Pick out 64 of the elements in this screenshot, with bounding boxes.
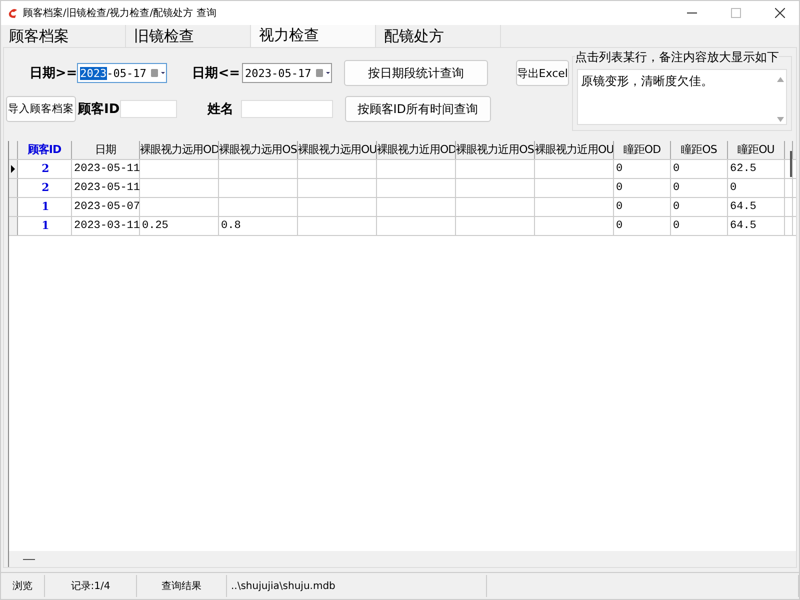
table-cell: 0 [673,182,680,194]
table-cell: 2023-03-11 [74,220,140,232]
column-header[interactable]: 裸眼视力远用OU [298,141,377,159]
table-cell: 0 [730,182,737,194]
column-header[interactable]: 日期 [72,141,140,159]
status-text: 查询结果 [162,580,202,593]
export-excel-button[interactable]: 导出Excel [516,60,569,86]
table-cell: 2 [42,181,50,194]
column-header[interactable]: 瞳距OU [728,141,785,159]
table-cell: 2023-05-11 [74,182,140,194]
column-header[interactable]: 瞳距OS [671,141,728,159]
status-text: ..\shujujia\shuju.mdb [231,580,336,592]
date-from-label: 日期>= [28,65,78,82]
window-title: 顾客档案/旧镜检查/视力检查/配镜处方 查询 [23,6,216,20]
table-cell: 2023-05-07 [74,201,140,213]
column-header[interactable]: 瞳距OD [614,141,671,159]
table-cell: 1 [42,219,50,232]
name-label: 姓名 [206,101,235,118]
close-button[interactable] [775,8,785,18]
date-to-field[interactable]: 2023-05-17 [242,63,332,83]
table-cell: 0 [616,163,623,175]
app-logo-icon [7,7,19,19]
table-cell: 64.5 [730,220,756,232]
table-cell: 0.25 [142,220,168,232]
column-header[interactable]: 裸眼视力远用OS [219,141,298,159]
column-header[interactable]: 裸眼视力近用OU [535,141,614,159]
scroll-up-icon[interactable] [776,77,784,82]
table-cell: 0 [673,220,680,232]
table-cell: 2 [42,162,50,175]
calendar-dropdown-icon[interactable] [314,68,331,78]
row-pointer-icon [11,165,15,173]
column-header[interactable]: 顾客ID [18,141,72,159]
tab[interactable]: 顾客档案 [1,25,126,47]
table-cell: 0 [673,163,680,175]
status-text: 浏览 [12,580,32,593]
column-header[interactable]: 裸眼视力近用OS [456,141,535,159]
customer-id-field[interactable] [120,100,177,118]
row-header[interactable] [9,160,18,178]
note-text: 原镜变形，清晰度欠佳。 [581,73,714,90]
date-from-field[interactable]: 2023-05-17 [77,63,167,83]
import-button[interactable]: 导入顾客档案 [6,96,76,122]
name-field[interactable] [240,100,333,118]
note-textarea[interactable]: 原镜变形，清晰度欠佳。 [577,69,787,125]
calendar-dropdown-icon[interactable] [150,68,166,78]
maximize-button[interactable] [731,8,741,18]
table-cell: 0.8 [221,220,241,232]
table-cell: 62.5 [730,163,756,175]
table-cell: 0 [616,182,623,194]
query-by-id-button[interactable]: 按顾客ID所有时间查询 [344,96,491,122]
table-cell: 0 [616,220,623,232]
table-cell: 0 [616,201,623,213]
query-by-date-button[interactable]: 按日期段统计查询 [344,60,488,86]
status-text: 记录:1/4 [70,580,110,593]
scrollbar[interactable] [790,151,792,177]
customer-id-label: 顾客ID [78,100,120,118]
scroll-down-icon[interactable] [776,117,784,122]
table-cell: 2023-05-11 [74,163,140,175]
tab[interactable]: 视力检查 [251,25,376,47]
date-to-label: 日期<= [191,65,240,82]
table-cell: 0 [673,201,680,213]
table-cell: 64.5 [730,201,756,213]
note-legend: 点击列表某行，备注内容放大显示如下 [575,49,779,66]
tab[interactable]: 配镜处方 [376,25,501,47]
table-cell: 1 [42,200,50,213]
